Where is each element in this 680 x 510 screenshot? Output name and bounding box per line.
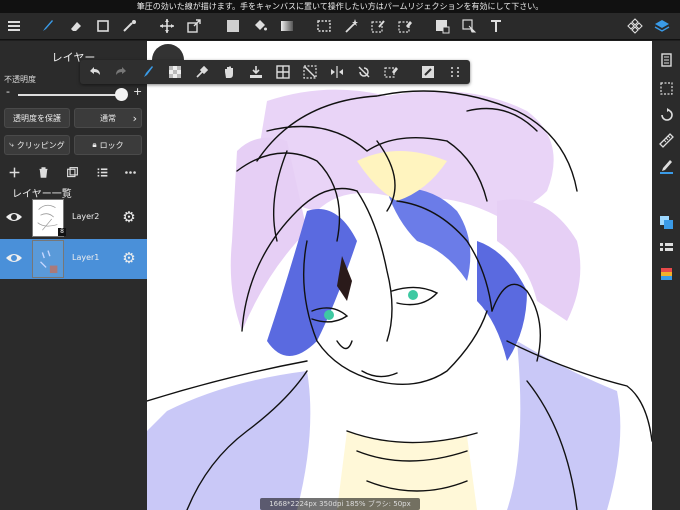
clipping-button[interactable]: ⤷ クリッピング bbox=[4, 135, 70, 155]
drawing-canvas[interactable] bbox=[147, 41, 652, 510]
layer-panel: レイヤー 不透明度 - + 透明度を保護 通常 › ⤷ クリッピング 🔒︎ ロッ… bbox=[0, 41, 147, 510]
clipping-label: クリッピング bbox=[16, 140, 65, 150]
select-move-icon[interactable] bbox=[458, 15, 480, 37]
opacity-slider-knob[interactable] bbox=[115, 88, 128, 101]
transform-icon[interactable] bbox=[183, 15, 205, 37]
clear-icon[interactable] bbox=[382, 63, 400, 81]
lock-icon: 🔒︎ bbox=[92, 140, 97, 149]
lock-label: ロック bbox=[99, 140, 124, 150]
layer-badge: 8 bbox=[58, 228, 66, 236]
more-options-icon[interactable] bbox=[122, 164, 138, 180]
magic-wand-icon[interactable] bbox=[340, 15, 362, 37]
text-icon[interactable] bbox=[485, 15, 507, 37]
opacity-slider-track[interactable] bbox=[18, 94, 122, 96]
chevron-right-icon: › bbox=[132, 111, 137, 125]
rotate-off-icon[interactable] bbox=[355, 63, 373, 81]
deselect-icon[interactable] bbox=[301, 63, 319, 81]
layers-icon[interactable] bbox=[651, 15, 673, 37]
copy-icon[interactable] bbox=[657, 213, 675, 231]
redo-icon[interactable] bbox=[112, 63, 130, 81]
magic-pen-icon[interactable] bbox=[119, 15, 141, 37]
import-icon[interactable] bbox=[247, 63, 265, 81]
quick-toolbar bbox=[80, 60, 470, 84]
clipping-arrow-icon: ⤷ bbox=[9, 140, 14, 149]
gradient-icon[interactable] bbox=[276, 15, 298, 37]
opacity-label: 不透明度 bbox=[4, 75, 36, 84]
opacity-increase-button[interactable]: + bbox=[133, 85, 142, 98]
select-pen-icon[interactable] bbox=[367, 15, 389, 37]
hand-icon[interactable] bbox=[220, 63, 238, 81]
layer-row[interactable]: 8 Layer2 ⚙ bbox=[0, 198, 147, 238]
gear-icon[interactable]: ⚙ bbox=[121, 209, 137, 225]
layer-name: Layer1 bbox=[72, 253, 100, 262]
right-sidebar bbox=[652, 41, 680, 510]
top-toolbar bbox=[0, 13, 680, 40]
ruler-icon[interactable] bbox=[657, 131, 675, 149]
opacity-decrease-button[interactable]: - bbox=[6, 85, 10, 98]
select-rect-icon[interactable] bbox=[313, 15, 335, 37]
more-icon[interactable] bbox=[446, 63, 464, 81]
app-window: 筆圧の効いた線が描けます。手をキャンバスに置いて操作したい方はパームリジェクショ… bbox=[0, 0, 680, 510]
layer-row-selected[interactable]: Layer1 ⚙ bbox=[0, 239, 147, 279]
fill-color-icon[interactable] bbox=[222, 15, 244, 37]
layer-name: Layer2 bbox=[72, 212, 100, 221]
bucket-icon[interactable] bbox=[249, 15, 271, 37]
lasso-fill-icon[interactable] bbox=[431, 15, 453, 37]
lock-button[interactable]: 🔒︎ ロック bbox=[74, 135, 142, 155]
blend-mode-select[interactable]: 通常 › bbox=[74, 108, 142, 128]
duplicate-layer-icon[interactable] bbox=[64, 164, 80, 180]
materials-icon[interactable] bbox=[624, 15, 646, 37]
rotate-icon[interactable] bbox=[657, 105, 675, 123]
layer-properties-icon[interactable] bbox=[657, 239, 675, 257]
palette-icon[interactable] bbox=[657, 265, 675, 283]
selection-icon[interactable] bbox=[657, 79, 675, 97]
add-layer-icon[interactable] bbox=[6, 164, 22, 180]
gear-icon[interactable]: ⚙ bbox=[121, 250, 137, 266]
delete-layer-icon[interactable] bbox=[35, 164, 51, 180]
brush-icon[interactable] bbox=[36, 15, 58, 37]
layer-thumbnail bbox=[32, 240, 64, 278]
pages-icon[interactable] bbox=[657, 51, 675, 69]
select-eraser-icon[interactable] bbox=[394, 15, 416, 37]
pen-color-icon[interactable] bbox=[657, 157, 675, 175]
visibility-eye-icon[interactable] bbox=[5, 210, 23, 224]
blend-mode-value: 通常 bbox=[100, 113, 116, 123]
layer-tools bbox=[0, 161, 147, 185]
menu-icon[interactable] bbox=[3, 15, 25, 37]
protect-alpha-button[interactable]: 透明度を保護 bbox=[4, 108, 70, 128]
layer-list-icon[interactable] bbox=[94, 164, 110, 180]
brush-mode-icon[interactable] bbox=[139, 63, 157, 81]
move-icon[interactable] bbox=[156, 15, 178, 37]
status-bar: 1668*2224px 350dpi 185% ブラシ: 50px 100% bbox=[260, 498, 420, 510]
visibility-eye-icon[interactable] bbox=[5, 251, 23, 265]
fill-icon[interactable] bbox=[419, 63, 437, 81]
undo-icon[interactable] bbox=[86, 63, 104, 81]
transparent-icon[interactable] bbox=[166, 63, 184, 81]
artwork-illustration bbox=[147, 89, 652, 510]
flip-icon[interactable] bbox=[328, 63, 346, 81]
eyedropper-icon[interactable] bbox=[193, 63, 211, 81]
square-icon[interactable] bbox=[92, 15, 114, 37]
grid-icon[interactable] bbox=[274, 63, 292, 81]
eraser-icon[interactable] bbox=[65, 15, 87, 37]
hint-banner: 筆圧の効いた線が描けます。手をキャンバスに置いて操作したい方はパームリジェクショ… bbox=[0, 0, 680, 13]
